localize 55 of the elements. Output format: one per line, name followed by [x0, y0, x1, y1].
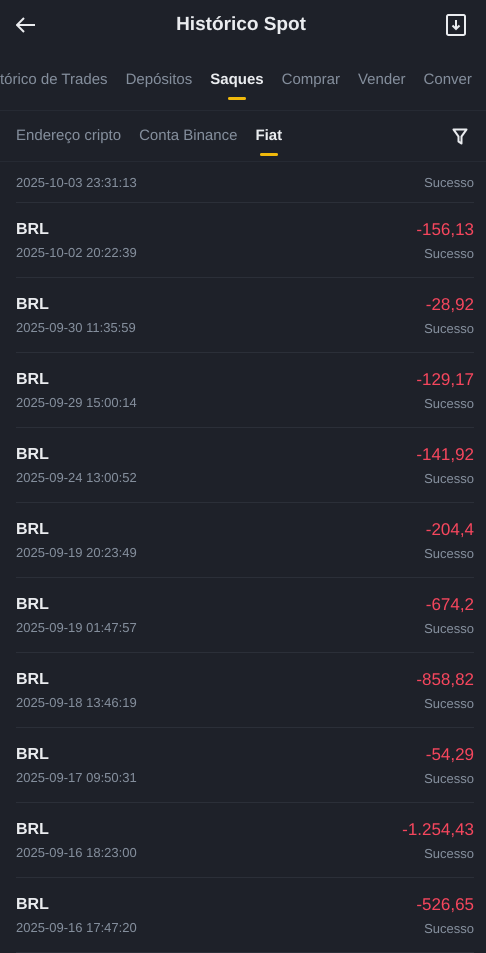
- subtab[interactable]: Endereço cripto: [16, 114, 122, 158]
- amount: -129,17: [416, 370, 474, 390]
- tab[interactable]: tórico de Trades: [0, 58, 108, 102]
- tab[interactable]: Vender: [358, 58, 406, 102]
- status-label: Sucesso: [424, 696, 474, 710]
- status-label: Sucesso: [424, 920, 474, 936]
- amount: -858,82: [416, 670, 474, 690]
- back-icon[interactable]: [16, 17, 36, 33]
- amount: -141,92: [416, 444, 474, 464]
- timestamp: 2025-10-02 20:22:39: [16, 244, 137, 260]
- subtab[interactable]: Conta Binance: [139, 114, 238, 158]
- status-label: Sucesso: [424, 770, 474, 786]
- amount: -28,92: [426, 294, 474, 314]
- tab[interactable]: Depósitos: [126, 58, 192, 102]
- timestamp: 2025-09-16 17:47:20: [16, 920, 137, 934]
- status-label: Sucesso: [424, 846, 474, 860]
- currency-label: BRL: [16, 370, 50, 388]
- status-label: Sucesso: [424, 174, 474, 190]
- filter-icon[interactable]: [452, 128, 468, 144]
- timestamp: 2025-09-16 18:23:00: [16, 844, 137, 860]
- subtab[interactable]: Fiat: [255, 114, 282, 158]
- timestamp: 2025-09-24 13:00:52: [16, 470, 137, 484]
- tab[interactable]: Conver: [424, 58, 472, 102]
- currency-label: BRL: [16, 520, 50, 538]
- status-label: Sucesso: [424, 396, 474, 410]
- amount: -204,4: [426, 520, 474, 540]
- amount: -54,29: [426, 744, 474, 764]
- amount: -1.254,43: [402, 820, 474, 840]
- timestamp: 2025-10-03 23:31:13: [16, 174, 137, 190]
- timestamp: 2025-09-30 11:35:59: [16, 320, 136, 334]
- currency-label: BRL: [16, 670, 50, 688]
- download-icon[interactable]: [446, 14, 466, 36]
- timestamp: 2025-09-19 01:47:57: [16, 620, 137, 634]
- tab[interactable]: Comprar: [282, 58, 340, 102]
- timestamp: 2025-09-19 20:23:49: [16, 544, 137, 560]
- status-label: Sucesso: [424, 620, 474, 636]
- status-label: Sucesso: [424, 246, 474, 260]
- currency-label: BRL: [16, 596, 50, 614]
- currency-label: BRL: [16, 296, 50, 314]
- tab[interactable]: Saques: [210, 58, 264, 102]
- currency-label: BRL: [16, 446, 50, 464]
- currency-label: BRL: [16, 820, 50, 838]
- timestamp: 2025-09-29 15:00:14: [16, 394, 137, 410]
- status-label: Sucesso: [424, 546, 474, 560]
- currency-label: BRL: [16, 746, 50, 764]
- timestamp: 2025-09-18 13:46:19: [16, 694, 137, 710]
- status-label: Sucesso: [424, 470, 474, 486]
- timestamp: 2025-09-17 09:50:31: [16, 770, 137, 784]
- page-title: Histórico Spot: [176, 14, 306, 36]
- amount: -526,65: [416, 894, 474, 914]
- status-label: Sucesso: [424, 320, 474, 336]
- currency-label: BRL: [16, 896, 50, 914]
- amount: -156,13: [416, 220, 474, 240]
- amount: -674,2: [426, 594, 474, 614]
- currency-label: BRL: [16, 220, 50, 238]
